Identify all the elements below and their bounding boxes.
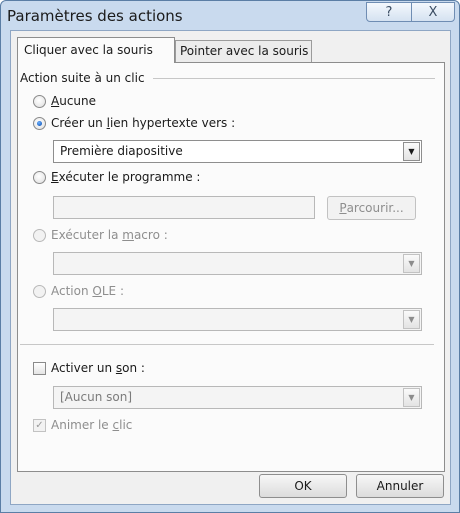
close-icon: X: [428, 4, 438, 20]
checkmark-icon: ✓: [35, 420, 44, 431]
cancel-button[interactable]: Annuler: [356, 474, 444, 498]
help-icon: ?: [385, 4, 393, 20]
radio-lien-hypertexte-label[interactable]: Créer un lien hypertexte vers :: [51, 116, 235, 130]
radio-programme-label[interactable]: Exécuter le programme :: [51, 170, 200, 184]
chevron-down-icon[interactable]: ▼: [403, 254, 420, 273]
macro-select[interactable]: ▼: [53, 252, 422, 275]
radio-aucune[interactable]: [33, 95, 46, 108]
window-title: Paramètres des actions: [7, 7, 183, 25]
radio-programme[interactable]: [33, 171, 46, 184]
sound-checkbox[interactable]: [33, 362, 46, 375]
tab-pointer[interactable]: Pointer avec la souris: [175, 40, 312, 62]
sound-value: [Aucun son]: [60, 390, 132, 404]
radio-macro[interactable]: [33, 229, 46, 242]
chevron-down-icon[interactable]: ▼: [403, 142, 420, 161]
sound-select[interactable]: [Aucun son] ▼: [53, 386, 422, 409]
tab-panel: Action suite à un clic Aucune Créer un l…: [17, 62, 445, 472]
parcourir-button[interactable]: Parcourir...: [327, 196, 416, 220]
tab-label: Cliquer avec la souris: [24, 43, 153, 57]
animate-checkbox[interactable]: ✓: [33, 419, 46, 432]
ok-button[interactable]: OK: [259, 474, 347, 498]
radio-ole-label[interactable]: Action OLE :: [51, 284, 124, 298]
radio-ole[interactable]: [33, 285, 46, 298]
animate-checkbox-label[interactable]: Animer le clic: [51, 418, 132, 432]
lien-hypertexte-select[interactable]: Première diapositive ▼: [53, 140, 422, 163]
chevron-down-icon[interactable]: ▼: [403, 388, 420, 407]
ole-select[interactable]: ▼: [53, 308, 422, 331]
group-label: Action suite à un clic: [20, 71, 145, 85]
close-button[interactable]: X: [411, 2, 455, 22]
chevron-down-icon[interactable]: ▼: [403, 310, 420, 329]
dialog-window: Paramètres des actions ? X Cliquer avec …: [0, 0, 460, 513]
radio-lien-hypertexte[interactable]: [33, 117, 46, 130]
title-bar[interactable]: Paramètres des actions ? X: [1, 1, 459, 29]
dialog-client: Cliquer avec la souris Pointer avec la s…: [10, 30, 451, 505]
tab-cliquer[interactable]: Cliquer avec la souris: [17, 37, 175, 63]
section-divider: [20, 344, 434, 345]
radio-aucune-label[interactable]: Aucune: [51, 94, 96, 108]
group-divider: [153, 78, 435, 79]
lien-hypertexte-value: Première diapositive: [60, 144, 183, 158]
sound-checkbox-label[interactable]: Activer un son :: [51, 361, 145, 375]
radio-macro-label[interactable]: Exécuter la macro :: [51, 228, 168, 242]
help-button[interactable]: ?: [366, 2, 412, 22]
programme-input[interactable]: [53, 196, 315, 219]
tab-label: Pointer avec la souris: [180, 44, 309, 58]
